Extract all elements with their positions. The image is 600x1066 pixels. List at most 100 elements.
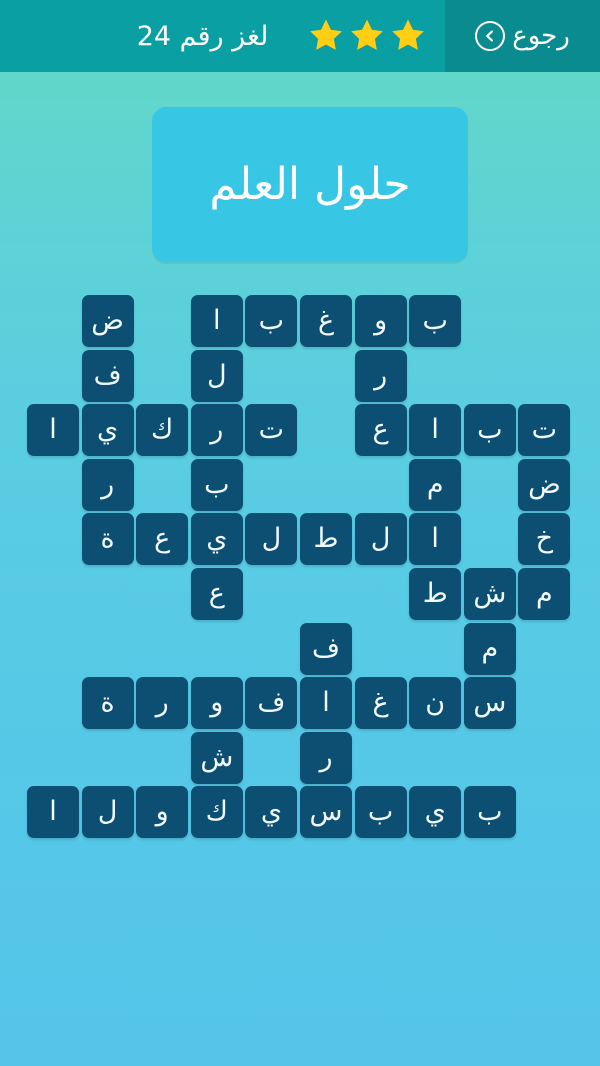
letter-tile[interactable]: ط <box>409 568 462 620</box>
letter-tile-text: ة <box>100 523 115 555</box>
letter-tile[interactable]: ي <box>245 786 298 839</box>
letter-tile[interactable]: ع <box>354 404 407 457</box>
letter-tile-text: ب <box>258 305 285 336</box>
letter-tile[interactable]: ب <box>354 786 407 839</box>
letter-tile-text: ف <box>257 687 286 719</box>
letter-tile[interactable]: ا <box>300 677 352 730</box>
letter-tile[interactable]: م <box>463 622 516 675</box>
letter-tile-text: ي <box>260 796 282 828</box>
letter-tile-text: ر <box>101 468 115 500</box>
letter-tile[interactable]: خ <box>518 513 571 566</box>
letter-tile-text: ب <box>367 796 394 828</box>
letter-tile-text: ي <box>97 414 119 446</box>
letter-tile[interactable]: س <box>463 677 516 730</box>
letter-tile-text: و <box>155 796 169 828</box>
letter-tile[interactable]: ش <box>190 731 243 784</box>
letter-tile[interactable]: م <box>409 458 462 511</box>
letter-tile-text: ط <box>313 523 339 555</box>
letter-tile[interactable]: ب <box>463 404 516 457</box>
letter-tile[interactable]: ع <box>190 568 243 620</box>
letter-tile[interactable]: ر <box>81 458 134 511</box>
letter-tile[interactable]: ا <box>190 295 243 347</box>
letter-tile[interactable]: ط <box>300 513 352 566</box>
letter-tile-text: غ <box>317 305 335 336</box>
letter-tile[interactable]: ب <box>190 458 243 511</box>
letter-tile[interactable]: ل <box>81 786 134 839</box>
letter-tile[interactable]: ي <box>81 404 134 457</box>
letter-tile-text: و <box>374 305 388 336</box>
letter-tile[interactable]: غ <box>354 677 407 730</box>
letter-tile-text: ر <box>155 687 169 719</box>
letter-tile-text: ل <box>97 796 118 828</box>
letter-tile[interactable]: ش <box>463 568 516 620</box>
letter-tile[interactable]: ل <box>190 349 243 402</box>
letter-tile-text: خ <box>535 523 554 555</box>
letter-tile-text: س <box>309 796 343 828</box>
letter-tile-text: ا <box>49 796 57 828</box>
letter-tile[interactable]: ل <box>245 513 298 566</box>
letter-tile[interactable]: ب <box>409 295 462 347</box>
letter-tile[interactable]: ف <box>300 622 352 675</box>
letter-tile[interactable]: ب <box>463 786 516 839</box>
letter-tile[interactable]: ا <box>409 404 462 457</box>
letter-tile[interactable]: ي <box>409 786 462 839</box>
letter-tile[interactable]: ف <box>245 677 298 730</box>
letter-tile[interactable]: و <box>190 677 243 730</box>
letter-tile-text: ا <box>213 305 221 336</box>
letter-tile-text: ل <box>370 523 391 555</box>
letter-tile[interactable]: ر <box>300 731 352 784</box>
letter-tile-text: ب <box>477 414 503 446</box>
letter-tile-text: ا <box>49 414 57 446</box>
letter-tile[interactable]: ن <box>409 677 462 730</box>
letter-tile[interactable]: ة <box>81 677 134 730</box>
letter-tile-text: ب <box>204 468 230 500</box>
letter-tile-text: ب <box>422 305 448 336</box>
letter-tile[interactable]: ا <box>27 786 79 839</box>
letter-tile-text: ع <box>154 523 171 555</box>
letter-tile[interactable]: ة <box>81 513 134 566</box>
letter-tile[interactable]: غ <box>300 295 352 347</box>
letter-tile[interactable]: ل <box>354 513 407 566</box>
letter-tile-text: ف <box>312 632 340 664</box>
letter-tile-text: ا <box>431 414 439 446</box>
letter-tile-text: ت <box>258 414 285 446</box>
letter-tile-text: ا <box>431 523 439 555</box>
letter-tile-text: ر <box>319 741 333 773</box>
letter-tile-text: ك <box>205 796 228 828</box>
letter-tile-text: ب <box>477 796 503 828</box>
letter-tile[interactable]: ك <box>190 786 243 839</box>
letter-tile-text: ش <box>473 578 507 609</box>
letter-tile[interactable]: ا <box>27 404 79 457</box>
letter-tile[interactable]: س <box>300 786 352 839</box>
letter-tile[interactable]: ي <box>190 513 243 566</box>
letter-tile-text: ض <box>91 305 124 336</box>
letter-tile-text: ة <box>100 687 115 719</box>
letter-tile-text: ر <box>210 414 224 446</box>
letter-tile[interactable]: ب <box>245 295 298 347</box>
letter-tile[interactable]: ض <box>81 295 134 347</box>
letter-tile[interactable]: ك <box>136 404 189 457</box>
letter-tile-text: ض <box>528 468 561 500</box>
letter-tile[interactable]: ت <box>245 404 298 457</box>
letter-tile[interactable]: ع <box>136 513 189 566</box>
letter-tile[interactable]: و <box>136 786 189 839</box>
letter-tile-text: ع <box>372 414 389 446</box>
letter-tile-text: ل <box>261 523 282 555</box>
letter-tile[interactable]: ف <box>81 349 134 402</box>
letter-tile-text: ي <box>424 796 446 828</box>
letter-tile-text: م <box>426 468 444 500</box>
letter-tile[interactable]: و <box>354 295 407 347</box>
letter-tile[interactable]: ت <box>518 404 571 457</box>
letter-tile[interactable]: ر <box>190 404 243 457</box>
letter-tile-text: ن <box>425 687 446 719</box>
letter-tile[interactable]: م <box>518 568 571 620</box>
letter-tile-text: ا <box>322 687 330 719</box>
letter-tile[interactable]: ض <box>518 458 571 511</box>
letter-tile[interactable]: ر <box>354 349 407 402</box>
letter-tile-text: م <box>481 632 499 664</box>
letter-grid: ضابغوبفلرايكرتعابتربمضةعيلطلاخعطشمفمةروف… <box>0 0 600 1066</box>
letter-tile[interactable]: ا <box>409 513 462 566</box>
letter-tile[interactable]: ر <box>136 677 189 730</box>
letter-tile-text: ط <box>422 578 448 609</box>
letter-tile-text: م <box>536 578 553 609</box>
